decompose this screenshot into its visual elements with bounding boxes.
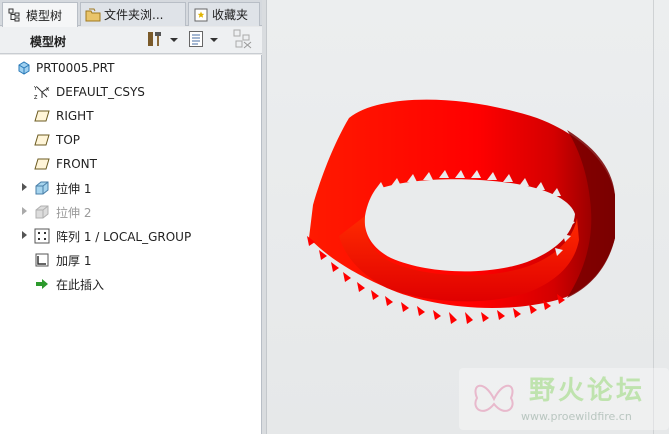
- navigator-tabs: 模型树 文件夹浏... 收藏夹: [0, 0, 262, 27]
- tab-label: 收藏夹: [212, 8, 249, 22]
- tab-folder-browser[interactable]: 文件夹浏...: [80, 2, 186, 26]
- model-tree-icon: [7, 7, 23, 23]
- list-icon: [188, 30, 204, 51]
- tree-item-label: 在此插入: [56, 277, 105, 292]
- svg-text:Z: Z: [34, 95, 38, 100]
- tree-item-label: FRONT: [56, 157, 97, 171]
- tree-root-label: PRT0005.PRT: [36, 61, 115, 75]
- insert-here-arrow-icon: [34, 276, 50, 292]
- tree-item-label: 阵列 1 / LOCAL_GROUP: [56, 229, 192, 244]
- model-tree-toolbar: 模型树: [0, 27, 262, 54]
- expand-arrow-icon[interactable]: [22, 183, 27, 191]
- extrude-icon: [34, 180, 50, 196]
- tree-item-label: TOP: [56, 133, 81, 147]
- model-tree: PRT0005.PRT YZX DEFAULT_CSYS RIGHT TOP F…: [0, 55, 262, 434]
- part-icon: [16, 60, 32, 76]
- tab-model-tree[interactable]: 模型树: [2, 2, 78, 27]
- tab-label: 模型树: [26, 8, 63, 23]
- datum-plane-icon: [34, 108, 50, 124]
- tree-item-label: DEFAULT_CSYS: [56, 85, 145, 99]
- tree-root[interactable]: PRT0005.PRT: [16, 58, 114, 78]
- expand-arrow-icon[interactable]: [22, 207, 27, 215]
- datum-plane-icon: [34, 156, 50, 172]
- tree-item-label: 加厚 1: [56, 253, 92, 268]
- tree-item-label: RIGHT: [56, 109, 94, 123]
- forum-watermark: 野火论坛 www.proewildfire.cn: [459, 366, 669, 434]
- tree-item-extrude-1[interactable]: 拉伸 1: [34, 178, 91, 198]
- chevron-down-icon: [210, 38, 218, 42]
- tree-item-insert-here[interactable]: 在此插入: [34, 274, 104, 294]
- panel-title: 模型树: [30, 35, 67, 49]
- favorites-icon: [193, 7, 209, 23]
- settings-button[interactable]: [146, 30, 178, 50]
- tools-icon: [146, 30, 164, 51]
- watermark-title: 野火论坛: [529, 376, 646, 406]
- svg-text:X: X: [46, 87, 50, 93]
- datum-plane-icon: [34, 132, 50, 148]
- tree-item-thicken-1[interactable]: 加厚 1: [34, 250, 91, 270]
- pattern-icon: [34, 228, 50, 244]
- tab-label: 文件夹浏...: [104, 8, 164, 22]
- tree-filter-button[interactable]: [233, 29, 253, 52]
- tree-item-default-csys[interactable]: YZX DEFAULT_CSYS: [34, 82, 145, 102]
- tree-item-right[interactable]: RIGHT: [34, 106, 94, 126]
- expand-arrow-icon[interactable]: [22, 231, 27, 239]
- extrude-icon: [34, 204, 50, 220]
- thicken-icon: [34, 252, 50, 268]
- tree-item-extrude-2[interactable]: 拉伸 2: [34, 202, 91, 222]
- show-button[interactable]: [188, 30, 218, 50]
- tree-item-top[interactable]: TOP: [34, 130, 80, 150]
- tree-item-label: 拉伸 1: [56, 181, 92, 196]
- csys-icon: YZX: [34, 84, 50, 100]
- tree-filter-icon: [233, 29, 253, 52]
- butterfly-logo-icon: [469, 374, 519, 427]
- chevron-down-icon: [170, 38, 178, 42]
- graphics-window[interactable]: 野火论坛 www.proewildfire.cn: [267, 0, 669, 434]
- folder-browser-icon: [85, 7, 101, 23]
- tree-item-label: 拉伸 2: [56, 205, 92, 220]
- tree-item-pattern-1[interactable]: 阵列 1 / LOCAL_GROUP: [34, 226, 191, 246]
- tab-favorites[interactable]: 收藏夹: [188, 2, 260, 26]
- tree-item-front[interactable]: FRONT: [34, 154, 97, 174]
- watermark-url: www.proewildfire.cn: [521, 410, 632, 423]
